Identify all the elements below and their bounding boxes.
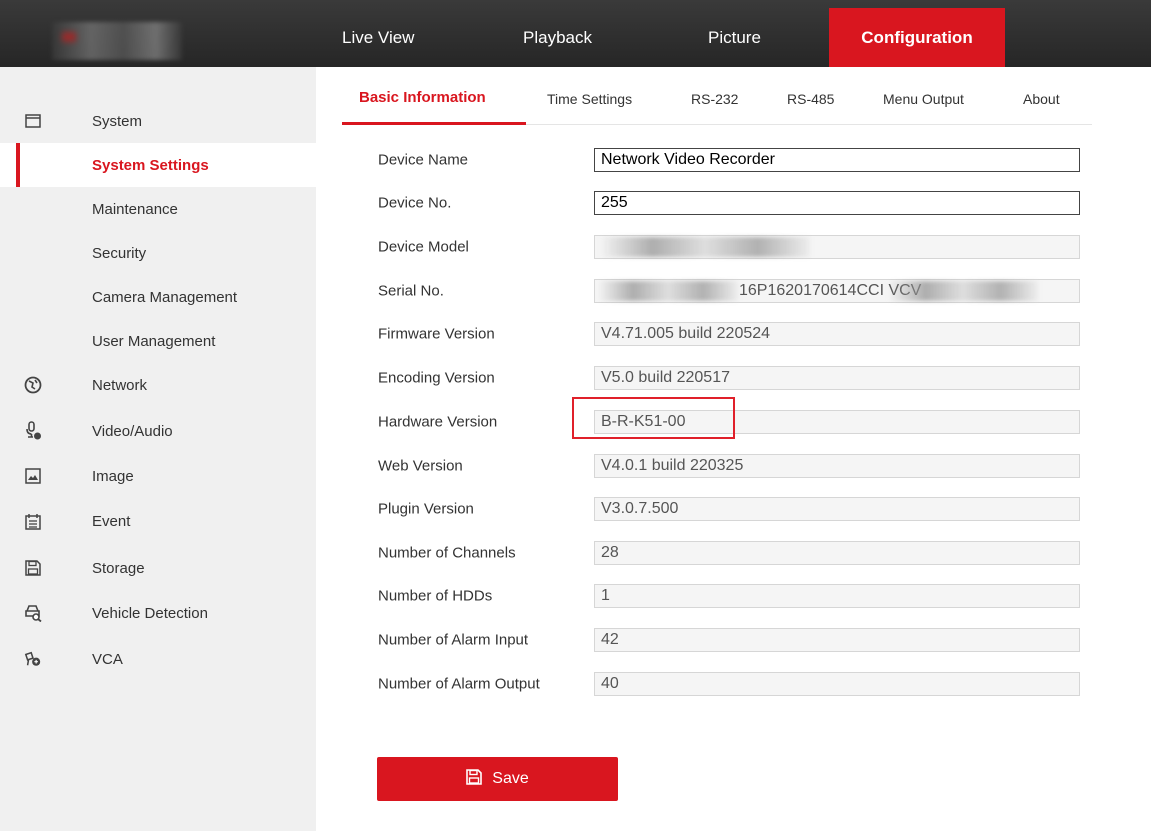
sidebar-item-storage[interactable]: Storage — [0, 546, 316, 590]
sidebar-item-label: Security — [92, 244, 147, 262]
floppy-icon — [466, 768, 483, 790]
nav-picture[interactable]: Picture — [708, 8, 761, 67]
tab-rs-485[interactable]: RS-485 — [787, 91, 834, 107]
tab-rs-232[interactable]: RS-232 — [691, 91, 738, 107]
nav-configuration[interactable]: Configuration — [829, 8, 1005, 67]
field-label: Number of Alarm Input — [378, 631, 529, 649]
form-row-encoding-version: Encoding Version — [378, 356, 1088, 400]
sidebar-item-label: Storage — [92, 559, 145, 577]
save-button-label: Save — [492, 770, 529, 787]
sidebar-item-label: Event — [92, 512, 131, 530]
form-row-number-of-hdds: Number of HDDs — [378, 574, 1088, 618]
sidebar-item-label: System Settings — [92, 156, 209, 174]
image-icon — [24, 467, 42, 485]
calendar-icon — [24, 512, 42, 530]
form-row-device-name: Device Name — [378, 138, 1088, 182]
field-label: Web Version — [378, 457, 463, 475]
sidebar-item-label: Network — [92, 376, 148, 394]
sidebar-item-label: Camera Management — [92, 288, 238, 306]
sidebar-item-label: Video/Audio — [92, 422, 173, 440]
form-row-plugin-version: Plugin Version — [378, 487, 1088, 531]
sidebar-item-user-management[interactable]: User Management — [0, 319, 316, 363]
active-indicator — [16, 143, 20, 187]
sidebar-item-event[interactable]: Event — [0, 499, 316, 543]
field-label: Encoding Version — [378, 369, 495, 387]
field-label: Number of Alarm Output — [378, 675, 540, 693]
sidebar-item-label: System — [92, 112, 143, 130]
form-row-web-version: Web Version — [378, 444, 1088, 488]
field-label: Firmware Version — [378, 325, 495, 343]
field-label: Number of HDDs — [378, 587, 493, 605]
sidebar-item-video-audio[interactable]: Video/Audio — [0, 409, 316, 453]
nav-live-view[interactable]: Live View — [342, 8, 414, 67]
globe-icon — [24, 376, 42, 394]
encoding-version-field — [594, 366, 1080, 390]
monitor-icon — [24, 112, 42, 130]
number-of-alarm-output-field — [594, 672, 1080, 696]
sidebar-item-vca[interactable]: VCA — [0, 637, 316, 681]
field-label: Hardware Version — [378, 413, 498, 431]
tab-basic-information[interactable]: Basic Information — [359, 89, 486, 106]
sidebar-item-label: VCA — [92, 650, 123, 668]
web-version-field — [594, 454, 1080, 478]
save-button[interactable]: Save — [377, 757, 618, 801]
nav-playback[interactable]: Playback — [523, 8, 592, 67]
field-label: Device Name — [378, 151, 469, 169]
sidebar-item-system-settings[interactable]: System Settings — [0, 143, 316, 187]
sidebar-item-maintenance[interactable]: Maintenance — [0, 187, 316, 231]
tab-bar: Basic Information Time Settings RS-232 R… — [342, 67, 1132, 125]
serial-no-field — [594, 279, 1080, 303]
sidebar-item-security[interactable]: Security — [0, 231, 316, 275]
number-of-alarm-input-field — [594, 628, 1080, 652]
sidebar-item-label: Maintenance — [92, 200, 178, 218]
number-of-hdds-field — [594, 584, 1080, 608]
sidebar-item-camera-management[interactable]: Camera Management — [0, 275, 316, 319]
sidebar-item-system[interactable]: System — [0, 99, 316, 143]
device-model-field — [594, 235, 1080, 259]
microphone-icon — [24, 421, 42, 440]
form-row-number-of-channels: Number of Channels — [378, 531, 1088, 575]
sidebar-item-image[interactable]: Image — [0, 454, 316, 498]
top-bar: Live View Playback Picture Configuration — [0, 0, 1151, 67]
tab-menu-output[interactable]: Menu Output — [883, 91, 964, 107]
field-label: Serial No. — [378, 282, 444, 300]
plugin-version-field — [594, 497, 1080, 521]
form-row-device-model: Device Model — [378, 225, 1088, 269]
number-of-channels-field — [594, 541, 1080, 565]
form-row-number-of-alarm-output: Number of Alarm Output — [378, 662, 1088, 706]
sidebar-item-label: User Management — [92, 332, 216, 350]
sidebar-item-label: Vehicle Detection — [92, 604, 208, 622]
sidebar-item-network[interactable]: Network — [0, 363, 316, 407]
form-row-device-no: Device No. — [378, 181, 1088, 225]
form-row-number-of-alarm-input: Number of Alarm Input — [378, 618, 1088, 662]
sidebar: System System Settings Maintenance Secur… — [0, 67, 316, 831]
field-label: Plugin Version — [378, 500, 474, 518]
tab-about[interactable]: About — [1023, 91, 1060, 107]
device-name-input[interactable] — [594, 148, 1080, 172]
sidebar-item-vehicle-detection[interactable]: Vehicle Detection — [0, 591, 316, 635]
field-label: Device Model — [378, 238, 469, 256]
form-row-hardware-version: Hardware Version — [378, 400, 1088, 444]
brand-logo — [52, 22, 182, 60]
floppy-icon — [24, 559, 42, 577]
field-label: Device No. — [378, 194, 452, 212]
firmware-version-field — [594, 322, 1080, 346]
vca-icon — [24, 650, 42, 668]
device-no-input[interactable] — [594, 191, 1080, 215]
form-row-firmware-version: Firmware Version — [378, 312, 1088, 356]
active-tab-underline — [342, 122, 526, 125]
tab-time-settings[interactable]: Time Settings — [547, 91, 632, 107]
sidebar-item-label: Image — [92, 467, 134, 485]
form-row-serial-no: Serial No. — [378, 269, 1088, 313]
hardware-version-field — [594, 410, 1080, 434]
field-label: Number of Channels — [378, 544, 516, 562]
vehicle-search-icon — [24, 604, 42, 622]
